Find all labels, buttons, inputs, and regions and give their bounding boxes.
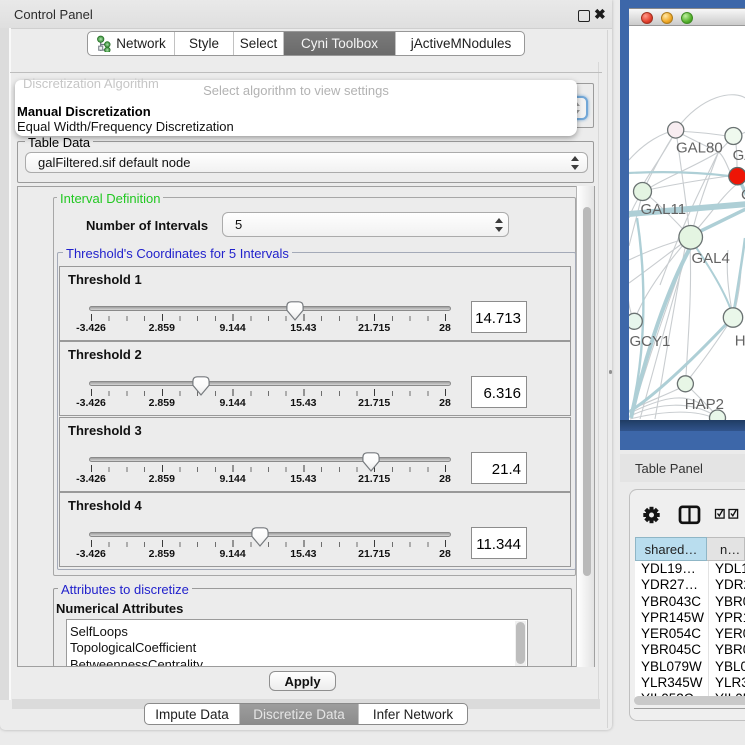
svg-text:GA: GA	[733, 147, 745, 164]
svg-text:CA: CA	[741, 187, 745, 204]
svg-text:GAL11: GAL11	[641, 201, 687, 218]
svg-text:HAP2: HAP2	[685, 396, 724, 413]
svg-text:GAL80: GAL80	[676, 140, 723, 157]
svg-text:GCY1: GCY1	[630, 333, 671, 350]
svg-text:GAL4: GAL4	[692, 250, 730, 267]
svg-text:HA: HA	[735, 333, 745, 350]
